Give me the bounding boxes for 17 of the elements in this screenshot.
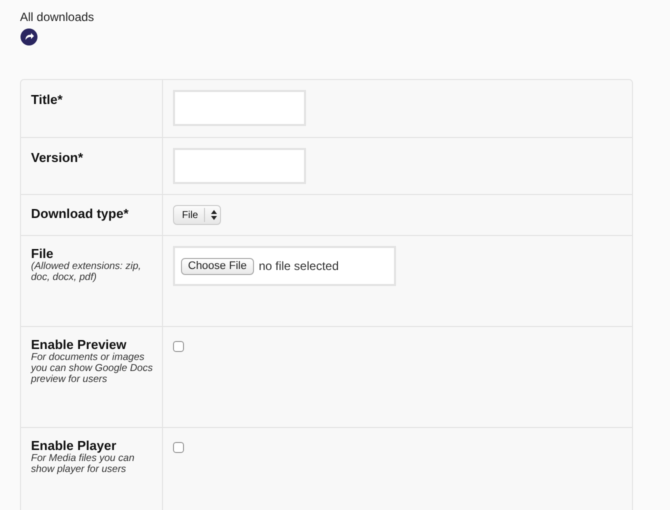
field-label: Enable Preview bbox=[31, 337, 128, 352]
file-input[interactable]: Choose File no file selected bbox=[173, 246, 396, 286]
field-hint: For documents or images you can show Google Docs preview for users bbox=[31, 352, 154, 385]
field-label: Title* bbox=[31, 92, 64, 107]
all-downloads-link[interactable]: All downloads bbox=[20, 8, 94, 26]
checkbox[interactable] bbox=[173, 442, 184, 453]
stepper-icon bbox=[211, 210, 218, 220]
checkbox[interactable] bbox=[173, 341, 184, 352]
text-input[interactable] bbox=[173, 148, 306, 184]
field-label: Version* bbox=[31, 150, 84, 165]
field-label: Enable Player bbox=[31, 438, 118, 453]
text-input[interactable] bbox=[173, 90, 306, 126]
field-hint: For Media files you can show player for users bbox=[31, 453, 136, 475]
field-label: File bbox=[31, 246, 54, 261]
field-hint: (Allowed extensions: zip, doc, docx, pdf) bbox=[31, 261, 142, 283]
download-type-select[interactable]: File bbox=[173, 205, 221, 225]
field-label: Download type* bbox=[31, 206, 130, 221]
